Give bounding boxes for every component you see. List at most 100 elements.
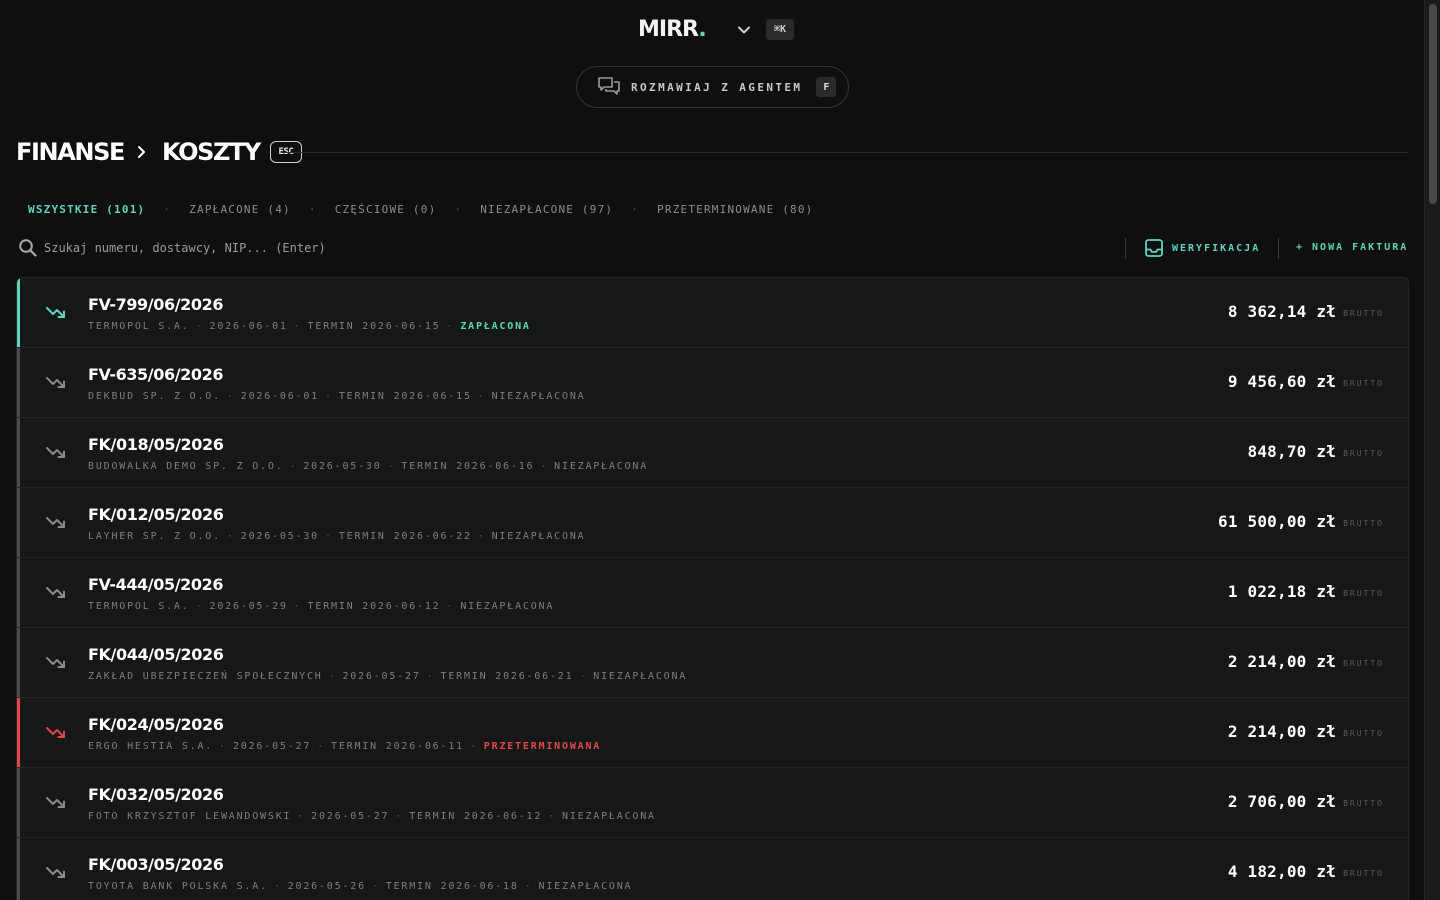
invoice-amount: 61 500,00 zł	[1218, 512, 1336, 531]
meta-separator: ·	[371, 881, 380, 892]
status-label: NIEZAPŁACONA	[538, 881, 633, 892]
invoice-row[interactable]: FK/012/05/2026 LAYHER SP. Z O.O. · 2026-05-…	[17, 488, 1408, 558]
tab-separator: ·	[308, 203, 317, 216]
status-indicator-bar	[17, 348, 20, 417]
scrollbar-thumb[interactable]	[1429, 4, 1437, 204]
due-date: TERMIN 2026-06-11	[331, 741, 464, 752]
invoice-meta: TOYOTA BANK POLSKA S.A. · 2026-05-26 · TERMI…	[88, 881, 632, 892]
supplier-name: ZAKŁAD UBEZPIECZEŃ SPOŁECZNYCH	[88, 671, 323, 682]
supplier-name: TERMOPOL S.A.	[88, 321, 190, 332]
trending-down-icon	[46, 377, 65, 388]
invoice-meta: ERGO HESTIA S.A. · 2026-05-27 · TERMIN 2026-…	[88, 741, 601, 752]
meta-separator: ·	[293, 321, 302, 332]
tab-all[interactable]: WSZYSTKIE (101)	[28, 203, 145, 216]
meta-separator: ·	[293, 601, 302, 612]
invoice-number: FK/032/05/2026	[88, 785, 224, 804]
issue-date: 2026-05-27	[342, 671, 421, 682]
new-invoice-button[interactable]: + NOWA FAKTURA	[1296, 242, 1408, 253]
search-bar	[18, 238, 544, 258]
status-indicator-bar	[17, 698, 20, 767]
search-icon	[19, 239, 37, 257]
tab-partial[interactable]: CZĘŚCIOWE (0)	[335, 203, 437, 216]
top-bar: MIRR. ⌘K	[0, 14, 1424, 46]
due-date: TERMIN 2026-06-22	[338, 531, 472, 542]
brutto-label: BRUTTO	[1343, 589, 1384, 598]
meta-separator: ·	[579, 671, 588, 682]
status-indicator-bar	[17, 768, 20, 837]
status-label: NIEZAPŁACONA	[491, 531, 586, 542]
invoice-row[interactable]: FV-635/06/2026 DEKBUD SP. Z O.O. · 2026-06-…	[17, 348, 1408, 418]
invoice-meta: LAYHER SP. Z O.O. · 2026-05-30 · TERMIN 2026…	[88, 531, 585, 542]
invoice-row[interactable]: FV-799/06/2026 TERMOPOL S.A. · 2026-06-01 · T…	[17, 278, 1408, 348]
supplier-name: LAYHER SP. Z O.O.	[88, 531, 221, 542]
invoice-row[interactable]: FK/024/05/2026 ERGO HESTIA S.A. · 2026-05-2…	[17, 698, 1408, 768]
status-tabs: WSZYSTKIE (101) · ZAPŁACONE (4) · CZĘŚCI…	[28, 203, 814, 216]
status-indicator-bar	[17, 628, 20, 697]
issue-date: 2026-05-27	[311, 811, 390, 822]
invoice-row[interactable]: FK/018/05/2026 BUDOWALKA DEMO SP. Z O.O. ·…	[17, 418, 1408, 488]
status-label: NIEZAPŁACONA	[491, 391, 586, 402]
invoice-number: FK/044/05/2026	[88, 645, 224, 664]
issue-date: 2026-05-26	[287, 881, 366, 892]
meta-separator: ·	[426, 671, 435, 682]
meta-separator: ·	[387, 461, 396, 472]
brutto-label: BRUTTO	[1343, 869, 1384, 878]
trending-down-icon	[46, 797, 65, 808]
meta-separator: ·	[540, 461, 549, 472]
verification-button[interactable]: WERYFIKACJA	[1144, 238, 1260, 258]
invoice-row[interactable]: FK/032/05/2026 FOTO KRZYSZTOF LEWANDOWSKI…	[17, 768, 1408, 838]
invoice-row[interactable]: FK/003/05/2026 TOYOTA BANK POLSKA S.A. · 20…	[17, 838, 1408, 900]
invoice-number: FK/012/05/2026	[88, 505, 224, 524]
meta-separator: ·	[469, 741, 478, 752]
due-date: TERMIN 2026-06-15	[307, 321, 441, 332]
inbox-icon	[1145, 239, 1163, 257]
agent-button-label: ROZMAWIAJ Z AGENTEM	[631, 80, 803, 94]
scrollbar[interactable]	[1424, 0, 1440, 900]
supplier-name: TERMOPOL S.A.	[88, 601, 190, 612]
chevron-down-icon[interactable]	[734, 20, 754, 40]
meta-separator: ·	[548, 811, 556, 822]
brutto-label: BRUTTO	[1343, 379, 1384, 388]
invoice-amount: 848,70 zł	[1247, 442, 1336, 461]
meta-separator: ·	[328, 671, 337, 682]
meta-separator: ·	[325, 531, 333, 542]
brutto-label: BRUTTO	[1343, 799, 1384, 808]
invoice-amount: 2 706,00 zł	[1227, 792, 1336, 811]
status-label: NIEZAPŁACONA	[562, 811, 656, 822]
invoice-amount: 1 022,18 zł	[1227, 582, 1336, 601]
verification-label: WERYFIKACJA	[1172, 242, 1261, 254]
invoice-row[interactable]: FK/044/05/2026 ZAKŁAD UBEZPIECZEŃ SPOŁECZ…	[17, 628, 1408, 698]
breadcrumb-finanse[interactable]: FINANSE	[16, 138, 125, 166]
supplier-name: BUDOWALKA DEMO SP. Z O.O.	[88, 461, 284, 472]
invoice-meta: DEKBUD SP. Z O.O. · 2026-06-01 · TERMIN 2026…	[88, 391, 585, 402]
invoice-meta: FOTO KRZYSZTOF LEWANDOWSKI · 2026-05-27 · TE…	[88, 811, 656, 822]
trending-down-icon	[46, 727, 65, 738]
meta-separator: ·	[195, 601, 204, 612]
invoice-row[interactable]: FV-444/05/2026 TERMOPOL S.A. · 2026-05-29 · T…	[17, 558, 1408, 628]
meta-separator: ·	[297, 811, 306, 822]
invoice-meta: TERMOPOL S.A. · 2026-06-01 · TERMIN 2026-06-…	[88, 321, 531, 332]
app-logo[interactable]: MIRR.	[638, 17, 707, 42]
chevron-right-icon	[137, 146, 145, 158]
invoice-number: FK/003/05/2026	[88, 855, 224, 874]
tab-separator: ·	[631, 203, 640, 216]
invoice-number: FV-635/06/2026	[88, 365, 224, 384]
agent-shortcut-badge: F	[816, 77, 837, 97]
meta-separator: ·	[395, 811, 404, 822]
breadcrumb-koszty: KOSZTY	[161, 138, 261, 166]
issue-date: 2026-05-30	[240, 531, 319, 542]
issue-date: 2026-05-27	[232, 741, 312, 752]
tab-unpaid[interactable]: NIEZAPŁACONE (97)	[480, 203, 613, 216]
invoice-list: FV-799/06/2026 TERMOPOL S.A. · 2026-06-01 · T…	[16, 277, 1409, 900]
command-shortcut-badge[interactable]: ⌘K	[766, 19, 794, 40]
trending-down-icon	[46, 657, 65, 668]
trending-down-icon	[46, 517, 65, 528]
tab-paid[interactable]: ZAPŁACONE (4)	[189, 203, 291, 216]
tab-overdue[interactable]: PRZETERMINOWANE (80)	[657, 203, 813, 216]
invoice-amount: 9 456,60 zł	[1227, 372, 1336, 391]
issue-date: 2026-05-30	[303, 461, 382, 472]
chat-with-agent-button[interactable]: ROZMAWIAJ Z AGENTEM F	[576, 66, 849, 108]
issue-date: 2026-06-01	[209, 321, 288, 332]
search-input[interactable]	[44, 241, 544, 255]
issue-date: 2026-06-01	[240, 391, 319, 402]
